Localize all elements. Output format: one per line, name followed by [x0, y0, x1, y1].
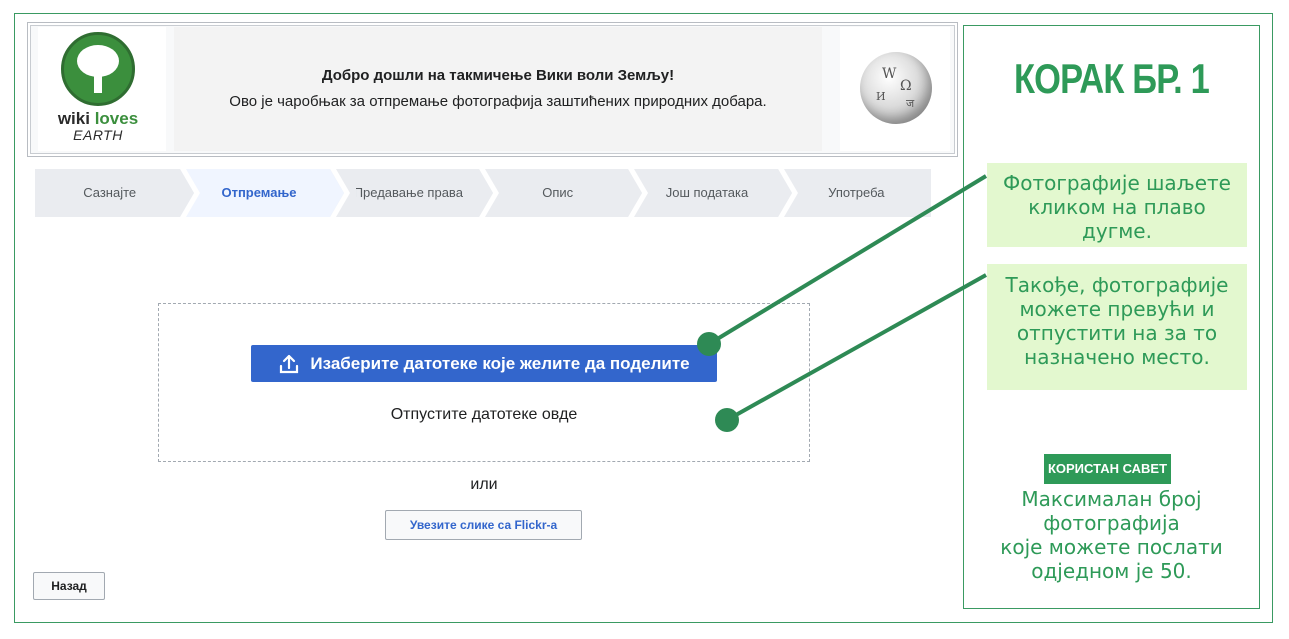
- pointer-line-1: [707, 174, 988, 346]
- callout-pointers: [697, 174, 988, 432]
- pointer-line-2: [726, 273, 987, 422]
- pointer-dot-1: [697, 332, 721, 356]
- pointer-dot-2: [715, 408, 739, 432]
